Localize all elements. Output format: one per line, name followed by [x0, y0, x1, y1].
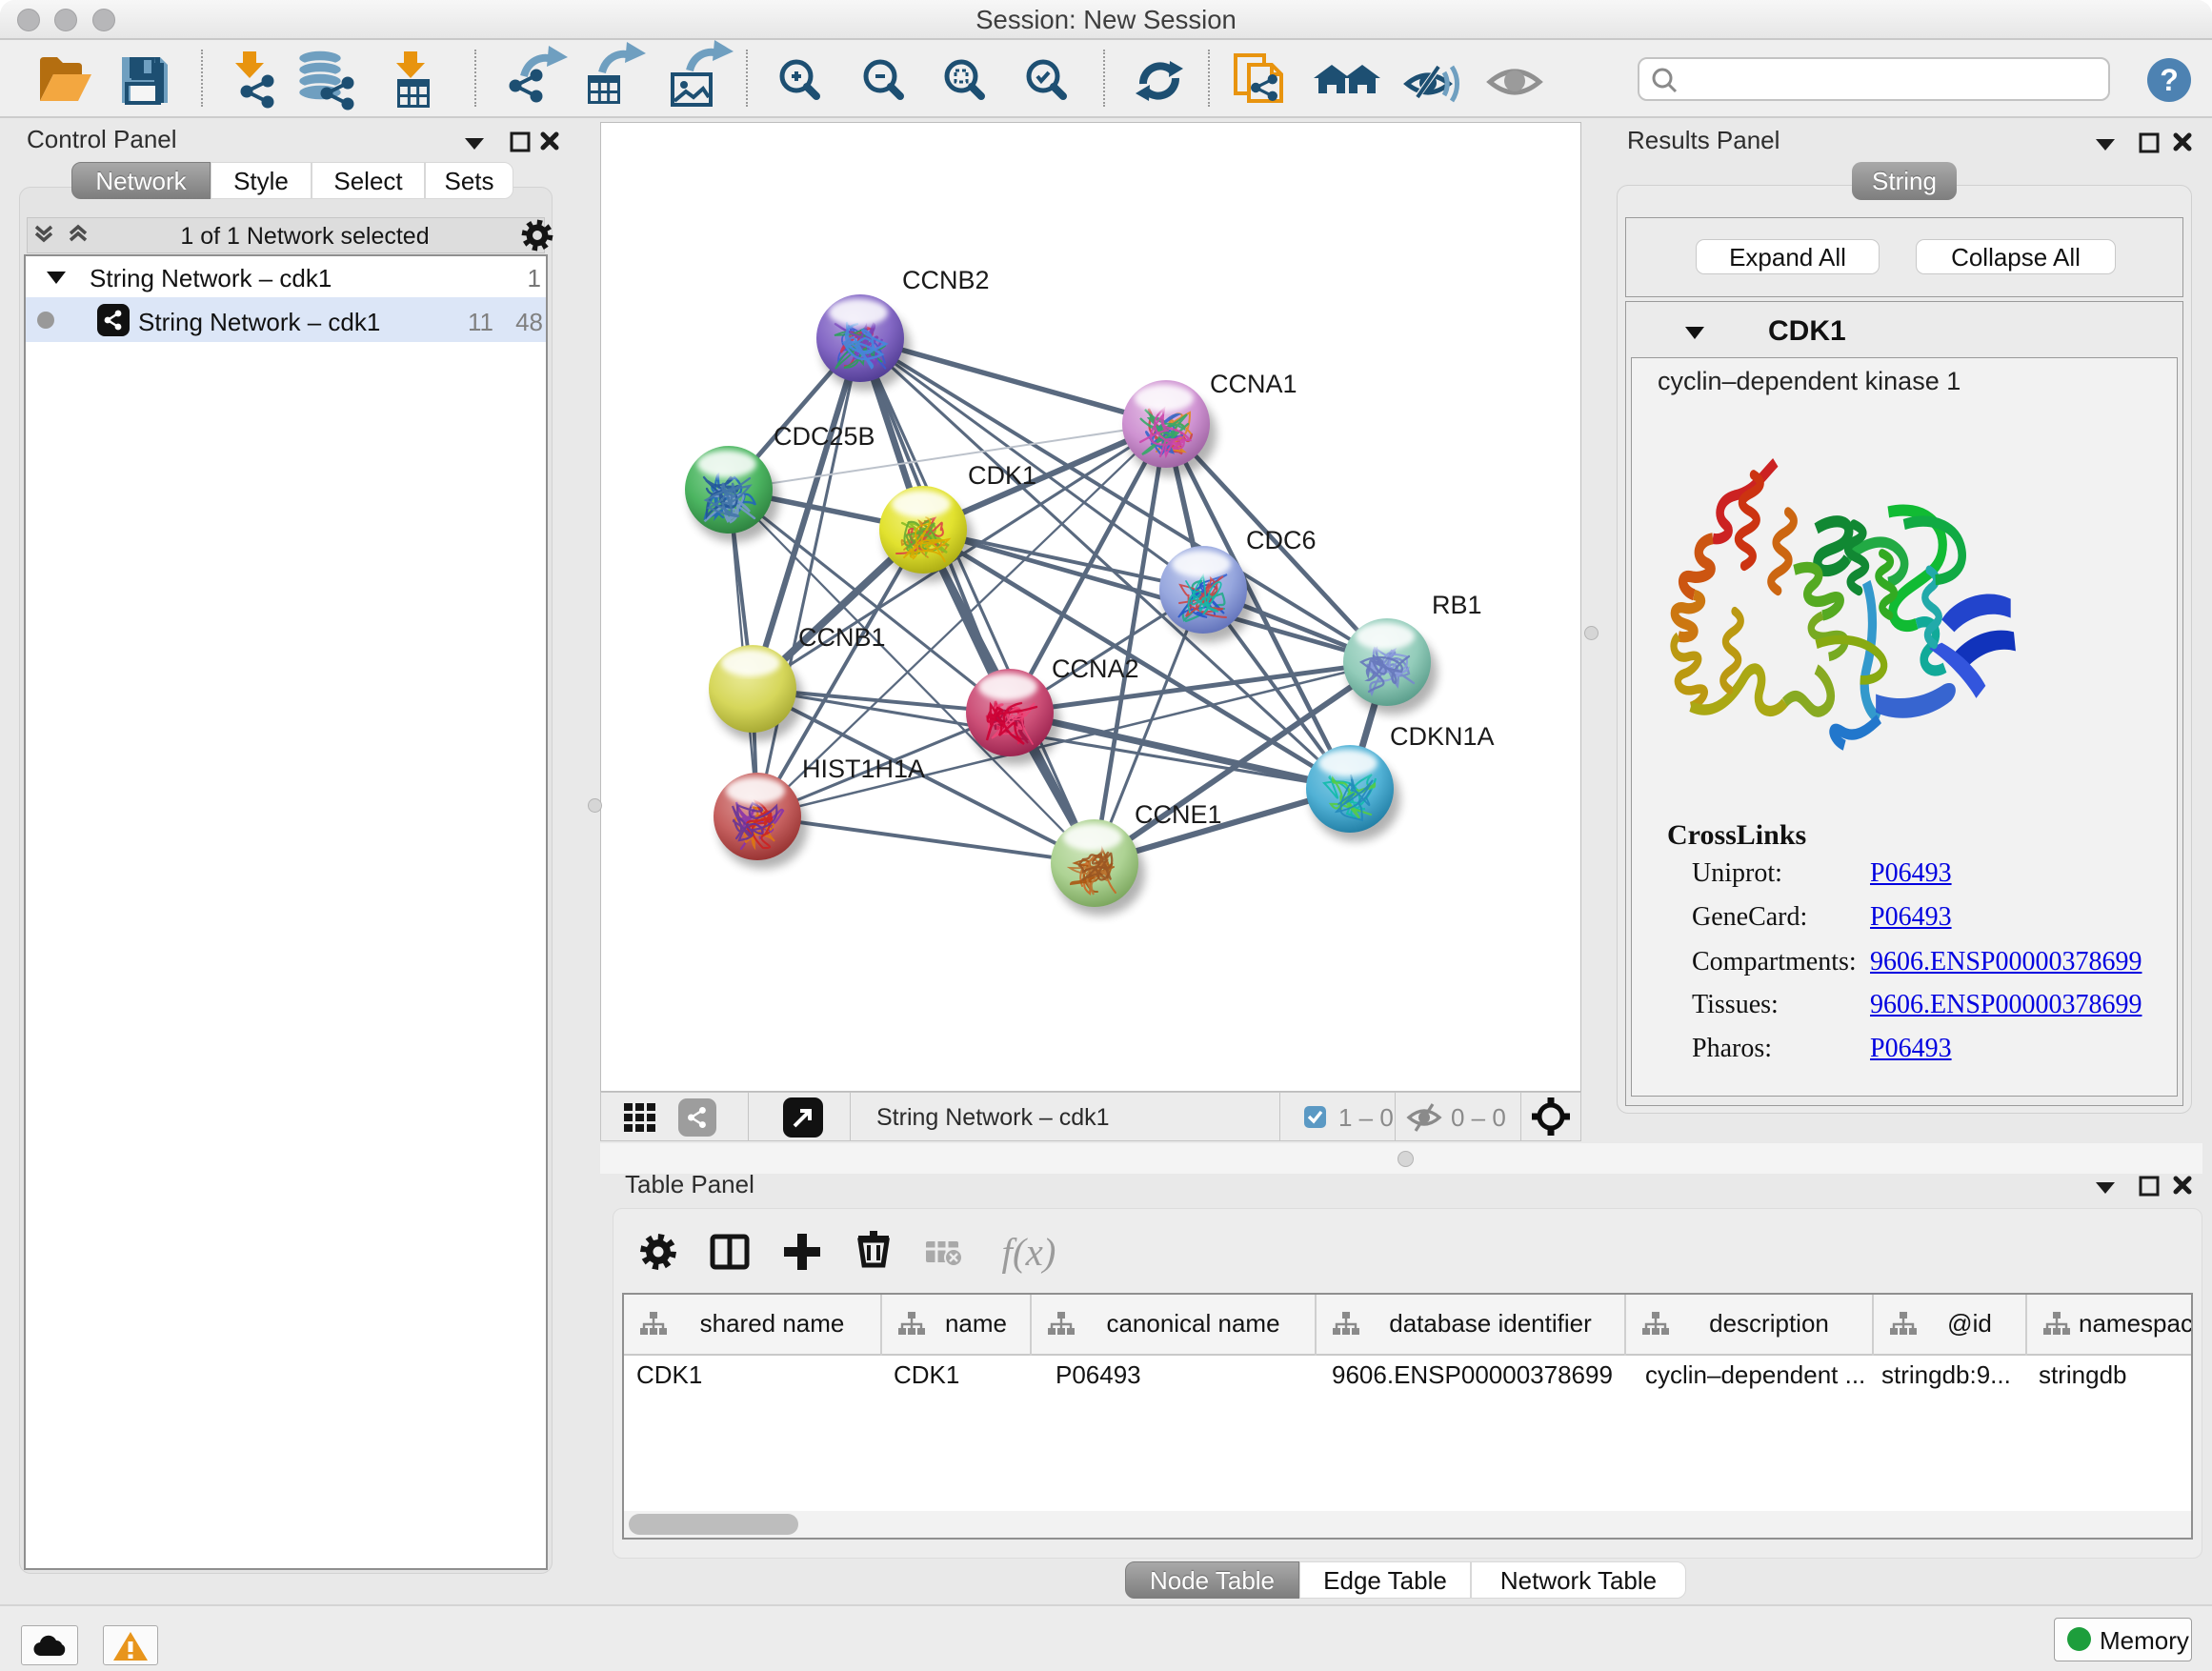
svg-text:CCNA1: CCNA1 — [1210, 370, 1297, 398]
svg-text:HIST1H1A: HIST1H1A — [802, 755, 925, 783]
svg-text:CDC6: CDC6 — [1246, 526, 1317, 554]
svg-text:CCNA2: CCNA2 — [1052, 654, 1139, 683]
svg-text:CDK1: CDK1 — [968, 461, 1036, 490]
svg-text:CDC25B: CDC25B — [774, 422, 875, 451]
svg-text:CDKN1A: CDKN1A — [1390, 722, 1495, 751]
svg-text:RB1: RB1 — [1432, 591, 1482, 619]
svg-text:CCNE1: CCNE1 — [1135, 800, 1222, 829]
svg-text:CCNB2: CCNB2 — [902, 266, 990, 294]
svg-text:CCNB1: CCNB1 — [798, 623, 886, 652]
svg-text:f(x): f(x) — [1002, 1230, 1056, 1274]
